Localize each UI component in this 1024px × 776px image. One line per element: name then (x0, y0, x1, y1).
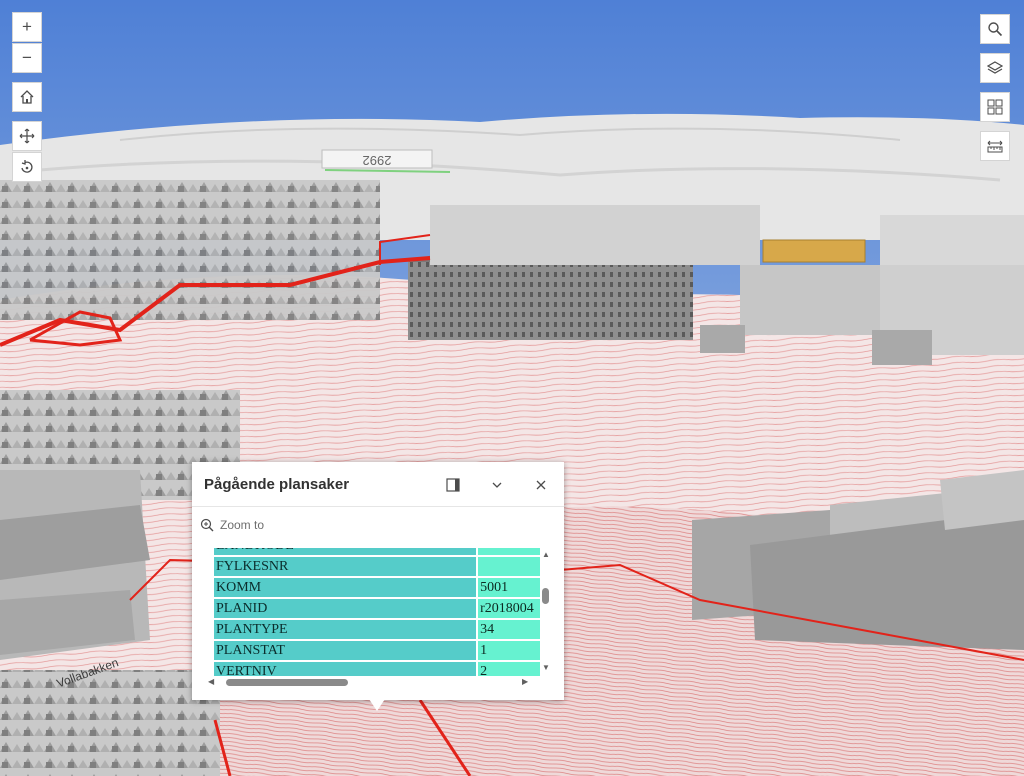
table-row: KOMM 5001 (214, 577, 540, 599)
table-row: VERTNIV 2 (214, 661, 540, 676)
scroll-up-arrow-icon[interactable]: ▲ (542, 551, 550, 559)
svg-text:2992: 2992 (363, 153, 392, 168)
measure-button[interactable] (980, 131, 1010, 161)
popup-header: Pågående plansaker (192, 462, 564, 506)
attribute-name: LANDKODE (214, 548, 479, 557)
home-button[interactable] (12, 82, 42, 112)
close-button[interactable] (530, 474, 552, 496)
horizontal-scroll-thumb[interactable] (226, 679, 348, 686)
attribute-name: PLANSTAT (214, 640, 479, 662)
attribute-value (477, 556, 540, 578)
dock-button[interactable] (442, 474, 464, 496)
attribute-table: LANDKODEFYLKESNRKOMM5001PLANIDr2018004PL… (214, 548, 540, 676)
vertical-scroll-thumb[interactable] (542, 588, 549, 604)
attribute-value: r2018004 (477, 598, 540, 620)
table-row: PLANID r2018004 (214, 598, 540, 620)
search-icon (988, 22, 1003, 37)
attribute-value: 1 (477, 640, 540, 662)
attribute-name: KOMM (214, 577, 479, 599)
layer-list-button[interactable] (980, 53, 1010, 83)
vertical-scrollbar[interactable]: ▲ ▼ (540, 548, 552, 676)
attribute-name: VERTNIV (214, 661, 479, 676)
search-button[interactable] (980, 14, 1010, 44)
chevron-down-icon (492, 482, 502, 488)
close-icon (536, 480, 546, 490)
collapse-button[interactable] (486, 474, 508, 496)
table-row: LANDKODE (214, 548, 540, 557)
rotate-button[interactable] (12, 152, 42, 182)
attribute-name: PLANTYPE (214, 619, 479, 641)
attribute-value (477, 548, 540, 557)
attribute-value: 5001 (477, 577, 540, 599)
rotate-icon (21, 160, 33, 173)
attribute-table-viewport[interactable]: LANDKODEFYLKESNRKOMM5001PLANIDr2018004PL… (204, 548, 540, 676)
scroll-right-arrow-icon[interactable]: ▶ (522, 678, 528, 686)
feature-popup: Pågående plansaker Zoom to LANDKODEFYLKE… (192, 462, 564, 700)
popup-pointer (369, 699, 385, 711)
popup-divider (192, 506, 564, 507)
zoom-in-magnifier-icon (200, 518, 214, 532)
zoom-to-label: Zoom to (220, 518, 265, 532)
table-row: PLANSTAT 1 (214, 640, 540, 662)
highlighted-building[interactable] (762, 239, 866, 263)
attribute-value: 2 (477, 661, 540, 676)
layers-icon (987, 61, 1003, 74)
zoom-out-button[interactable]: − (12, 43, 42, 73)
table-row: FYLKESNR (214, 556, 540, 578)
scroll-down-arrow-icon[interactable]: ▼ (542, 664, 550, 672)
attribute-value: 34 (477, 619, 540, 641)
basemap-gallery-button[interactable] (980, 92, 1010, 122)
table-row: PLANTYPE 34 (214, 619, 540, 641)
route-shield-label: 2992 (321, 149, 433, 169)
attribute-name: FYLKESNR (214, 556, 479, 578)
dock-icon (446, 478, 460, 492)
popup-title: Pågående plansaker (204, 476, 350, 493)
minus-icon: − (22, 48, 32, 67)
scroll-left-arrow-icon[interactable]: ◀ (208, 678, 214, 686)
zoom-in-button[interactable]: + (12, 12, 42, 42)
horizontal-scrollbar[interactable]: ◀ ▶ (204, 676, 540, 688)
measure-icon (987, 140, 1003, 153)
pan-icon (19, 128, 35, 144)
plus-icon: + (22, 17, 32, 36)
pan-button[interactable] (12, 121, 42, 151)
home-icon (20, 90, 34, 104)
attribute-name: PLANID (214, 598, 479, 620)
zoom-to-action[interactable]: Zoom to (200, 514, 264, 536)
basemap-gallery-icon (987, 99, 1003, 115)
